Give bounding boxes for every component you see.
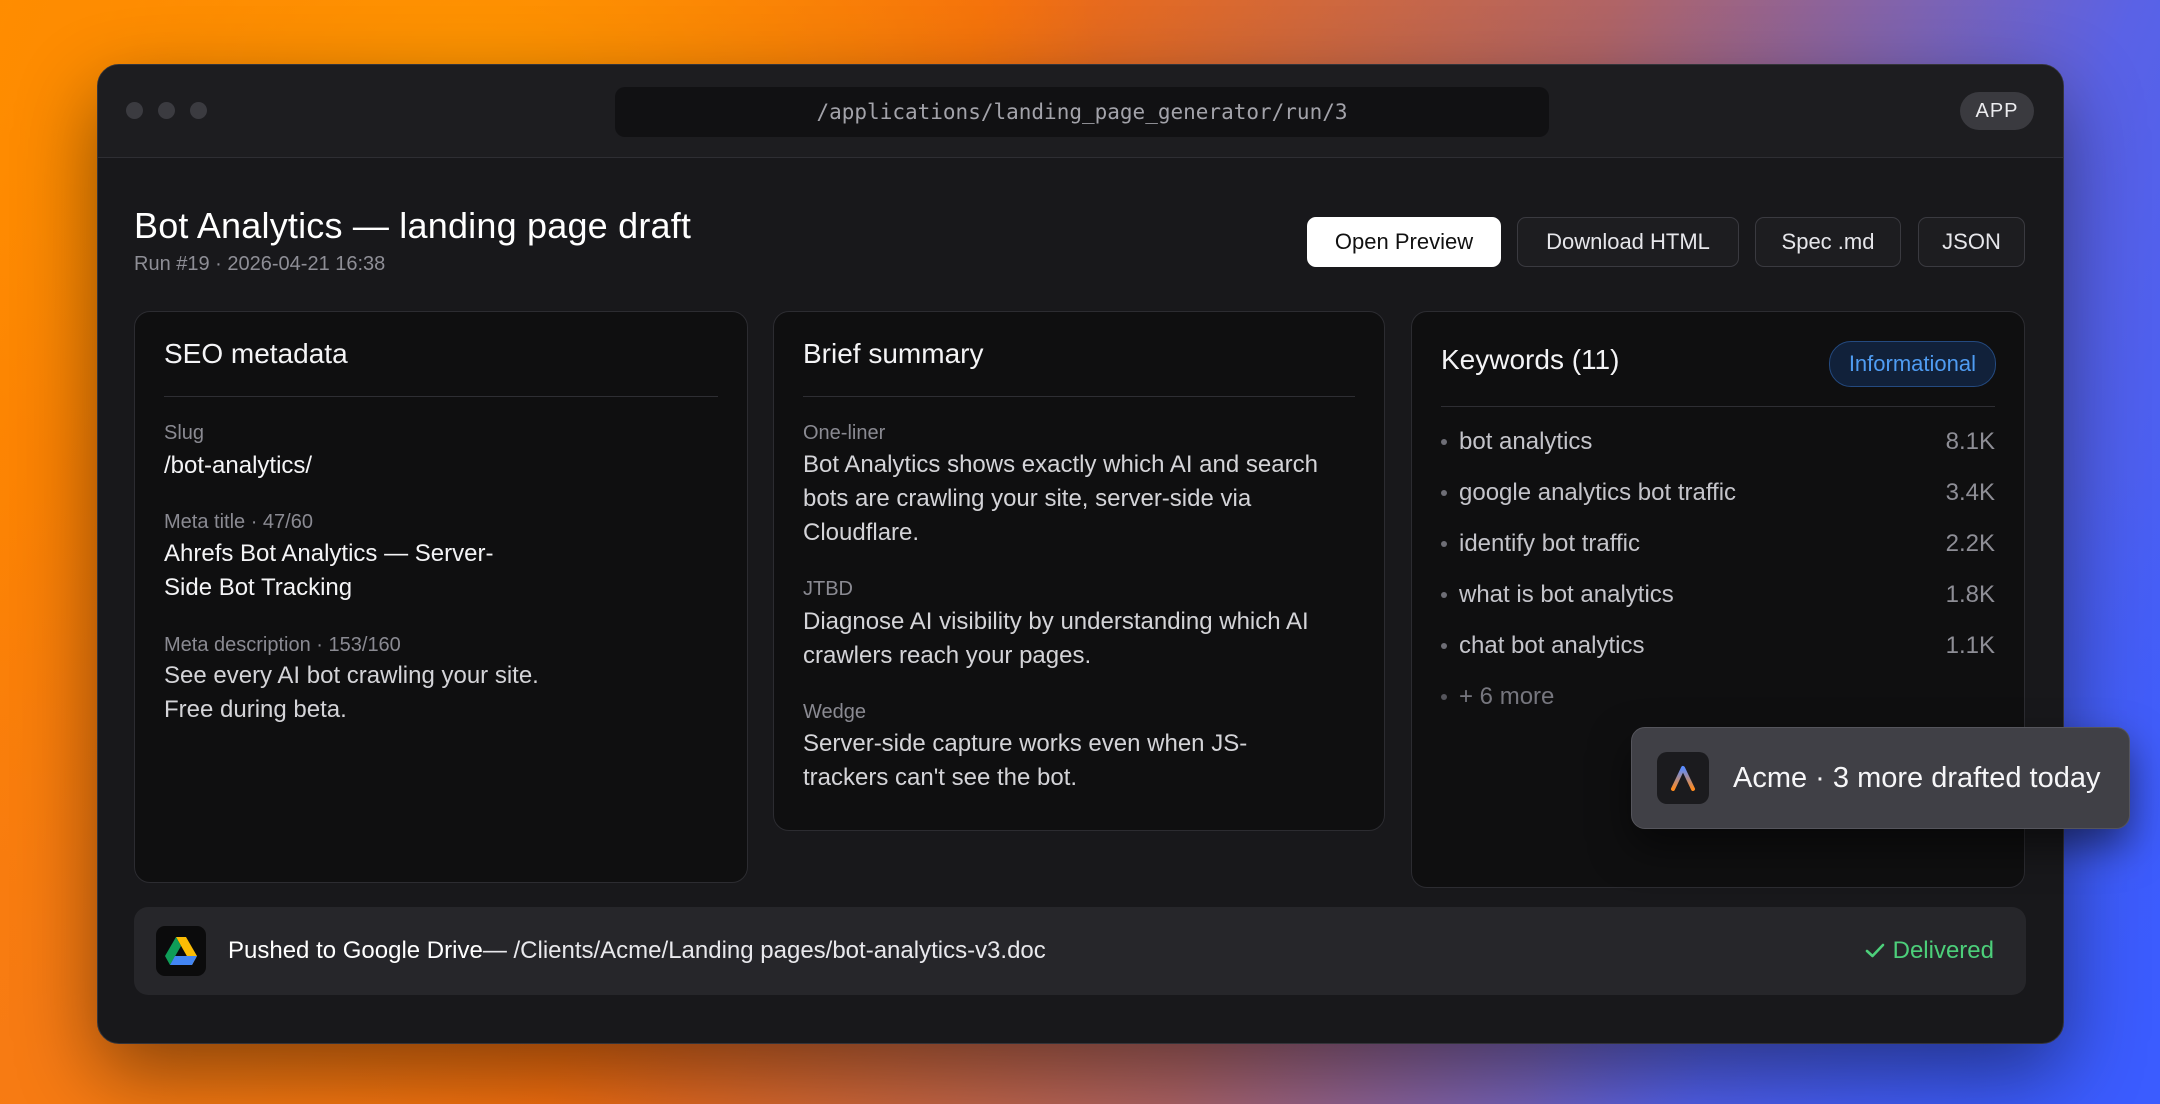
seo-metadata-card: SEO metadata Slug /bot-analytics/ Meta t… [134, 311, 748, 883]
card-title: Brief summary [803, 338, 984, 369]
meta-description-label: Meta description · 153/160 [164, 634, 401, 656]
wedge-line: Server-side capture works even when JS- [803, 730, 1248, 757]
window-minimize-dot[interactable] [158, 102, 175, 119]
keyword-term: chat bot analytics [1459, 632, 1645, 659]
meta-description-line: See every AI bot crawling your site. [164, 662, 539, 689]
meta-title-label: Meta title · 47/60 [164, 511, 313, 533]
json-button[interactable]: JSON [1918, 217, 2025, 267]
keyword-row[interactable]: google analytics bot traffic 3.4K [1441, 475, 1995, 511]
google-drive-icon [156, 926, 206, 976]
run-subtitle: Run #19 · 2026-04-21 16:38 [134, 253, 386, 275]
jtbd-label: JTBD [803, 578, 853, 600]
delivery-status-bar: Pushed to Google Drive — /Clients/Acme/L… [134, 907, 2026, 995]
page-title: Bot Analytics — landing page draft [134, 205, 692, 246]
keyword-volume: 1.8K [1945, 581, 1995, 608]
jtbd-line: Diagnose AI visibility by understanding … [803, 608, 1309, 635]
meta-description-line: Free during beta. [164, 696, 347, 723]
open-preview-button[interactable]: Open Preview [1307, 217, 1501, 267]
keyword-term: what is bot analytics [1459, 581, 1674, 608]
jtbd-line: crawlers reach your pages. [803, 642, 1092, 669]
divider [1441, 406, 1995, 407]
keyword-term: identify bot traffic [1459, 530, 1640, 557]
spec-md-button[interactable]: Spec .md [1755, 217, 1901, 267]
one-liner-line: bots are crawling your site, server-side… [803, 485, 1252, 512]
keyword-row[interactable]: chat bot analytics 1.1K [1441, 628, 1995, 664]
bullet-icon [1441, 694, 1447, 700]
delivery-message: Pushed to Google Drive — /Clients/Acme/L… [228, 907, 1046, 995]
slug-value: /bot-analytics/ [164, 452, 313, 479]
keyword-row[interactable]: identify bot traffic 2.2K [1441, 526, 1995, 562]
app-badge: APP [1960, 92, 2034, 130]
divider [803, 396, 1355, 397]
bullet-icon [1441, 592, 1447, 598]
delivered-label: Delivered [1892, 937, 1994, 964]
acme-logo-icon [1657, 752, 1709, 804]
more-keywords-link[interactable]: + 6 more [1441, 679, 1995, 715]
brief-summary-card: Brief summary One-liner Bot Analytics sh… [773, 311, 1385, 831]
bullet-icon [1441, 541, 1447, 547]
check-icon [1865, 943, 1884, 958]
one-liner-line: Bot Analytics shows exactly which AI and… [803, 451, 1318, 478]
bullet-icon [1441, 490, 1447, 496]
keyword-volume: 8.1K [1945, 428, 1995, 455]
keyword-row[interactable]: bot analytics 8.1K [1441, 424, 1995, 460]
drive-path: — /Clients/Acme/Landing pages/bot-analyt… [482, 937, 1046, 964]
keyword-row[interactable]: what is bot analytics 1.8K [1441, 577, 1995, 613]
keyword-volume: 3.4K [1945, 479, 1995, 506]
toast-message: Acme · 3 more drafted today [1733, 761, 2101, 794]
title-bar: /applications/landing_page_generator/run… [98, 65, 2063, 158]
more-keywords-label: + 6 more [1459, 683, 1555, 710]
wedge-line: trackers can't see the bot. [803, 764, 1078, 791]
card-title: SEO metadata [164, 338, 348, 369]
bullet-icon [1441, 643, 1447, 649]
address-bar[interactable]: /applications/landing_page_generator/run… [615, 87, 1549, 137]
intent-badge: Informational [1828, 341, 1996, 387]
card-title: Keywords (11) [1441, 344, 1620, 375]
download-html-button[interactable]: Download HTML [1517, 217, 1739, 267]
notification-toast[interactable]: Acme · 3 more drafted today [1631, 727, 2130, 829]
meta-title-line: Ahrefs Bot Analytics — Server- [164, 540, 494, 567]
one-liner-label: One-liner [803, 422, 886, 444]
app-window: /applications/landing_page_generator/run… [97, 64, 2064, 1044]
keyword-volume: 2.2K [1945, 530, 1995, 557]
bullet-icon [1441, 439, 1447, 445]
keyword-volume: 1.1K [1945, 632, 1995, 659]
wedge-label: Wedge [803, 701, 867, 723]
one-liner-line: Cloudflare. [803, 519, 920, 546]
window-maximize-dot[interactable] [190, 102, 207, 119]
slug-label: Slug [164, 422, 205, 444]
keyword-term: google analytics bot traffic [1459, 479, 1737, 506]
keyword-term: bot analytics [1459, 428, 1593, 455]
pushed-label: Pushed to Google Drive [228, 937, 483, 964]
window-close-dot[interactable] [126, 102, 143, 119]
divider [164, 396, 718, 397]
delivered-status: Delivered [1865, 907, 1994, 995]
meta-title-line: Side Bot Tracking [164, 574, 353, 601]
